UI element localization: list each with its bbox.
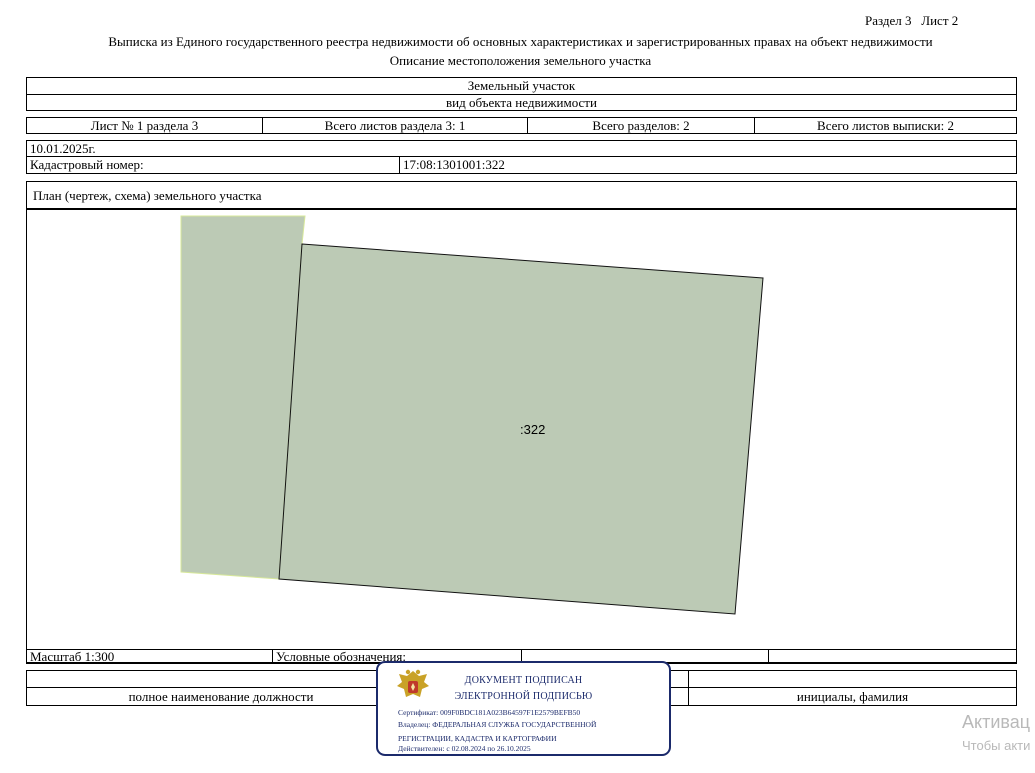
stamp-owner-line-1: Владелец: ФЕДЕРАЛЬНАЯ СЛУЖБА ГОСУДАРСТВЕ… [398,720,597,729]
stamp-line-1: ДОКУМЕНТ ПОДПИСАН [464,675,583,686]
stamp-line-2: ЭЛЕКТРОННОЙ ПОДПИСЬЮ [454,691,593,702]
activation-watermark-subtitle: Чтобы акти [962,738,1031,753]
stamp-validity: Действителен: с 02.08.2024 по 26.10.2025 [398,744,531,753]
stamp-certificate: Сертификат: 009F0BDC181A023B64597F1E2579… [398,708,581,717]
parcel-label: :322 [520,422,546,437]
position-caption: полное наименование должности [128,689,314,704]
stamp-owner-line-2: РЕГИСТРАЦИИ, КАДАСТРА И КАРТОГРАФИИ [398,734,557,743]
activation-watermark-title: Активац [962,712,1031,732]
electronic-signature-stamp: ДОКУМЕНТ ПОДПИСАН ЭЛЕКТРОННОЙ ПОДПИСЬЮ С… [376,661,671,756]
name-caption: инициалы, фамилия [796,689,909,704]
legend-cell-2 [768,649,1017,664]
scale-label: Масштаб 1:300 [26,649,273,664]
